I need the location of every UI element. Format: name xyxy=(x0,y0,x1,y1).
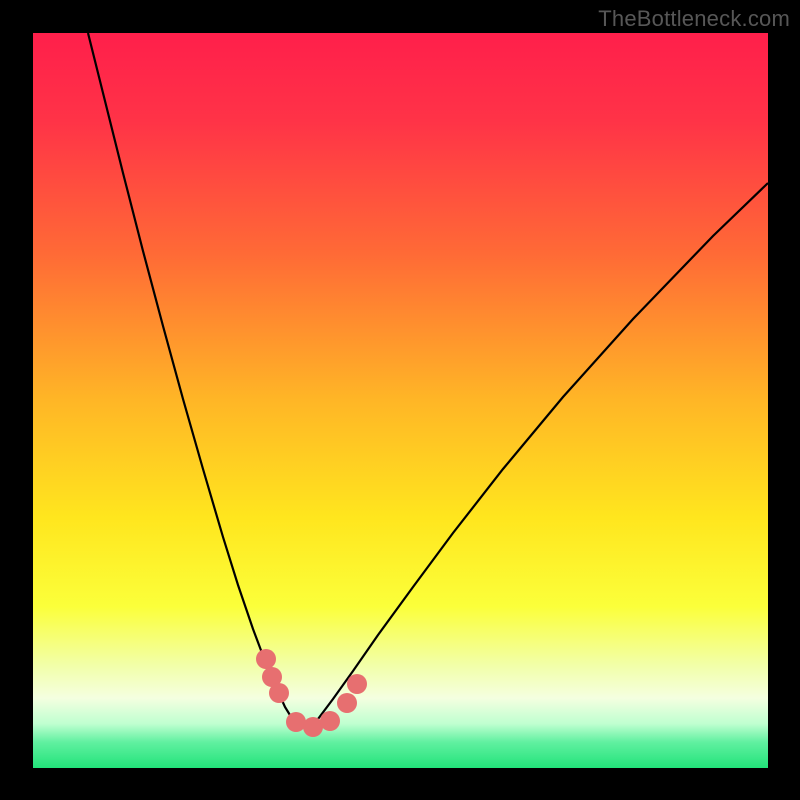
bottleneck-curve xyxy=(88,33,768,727)
watermark-text: TheBottleneck.com xyxy=(598,6,790,32)
marker-dot xyxy=(269,683,289,703)
marker-dot xyxy=(303,717,323,737)
marker-dot xyxy=(286,712,306,732)
marker-dot xyxy=(337,693,357,713)
marker-dot xyxy=(320,711,340,731)
marker-dot xyxy=(256,649,276,669)
marker-dot xyxy=(347,674,367,694)
curve-layer xyxy=(33,33,768,768)
chart-area xyxy=(33,33,768,768)
marker-dots xyxy=(256,649,367,737)
